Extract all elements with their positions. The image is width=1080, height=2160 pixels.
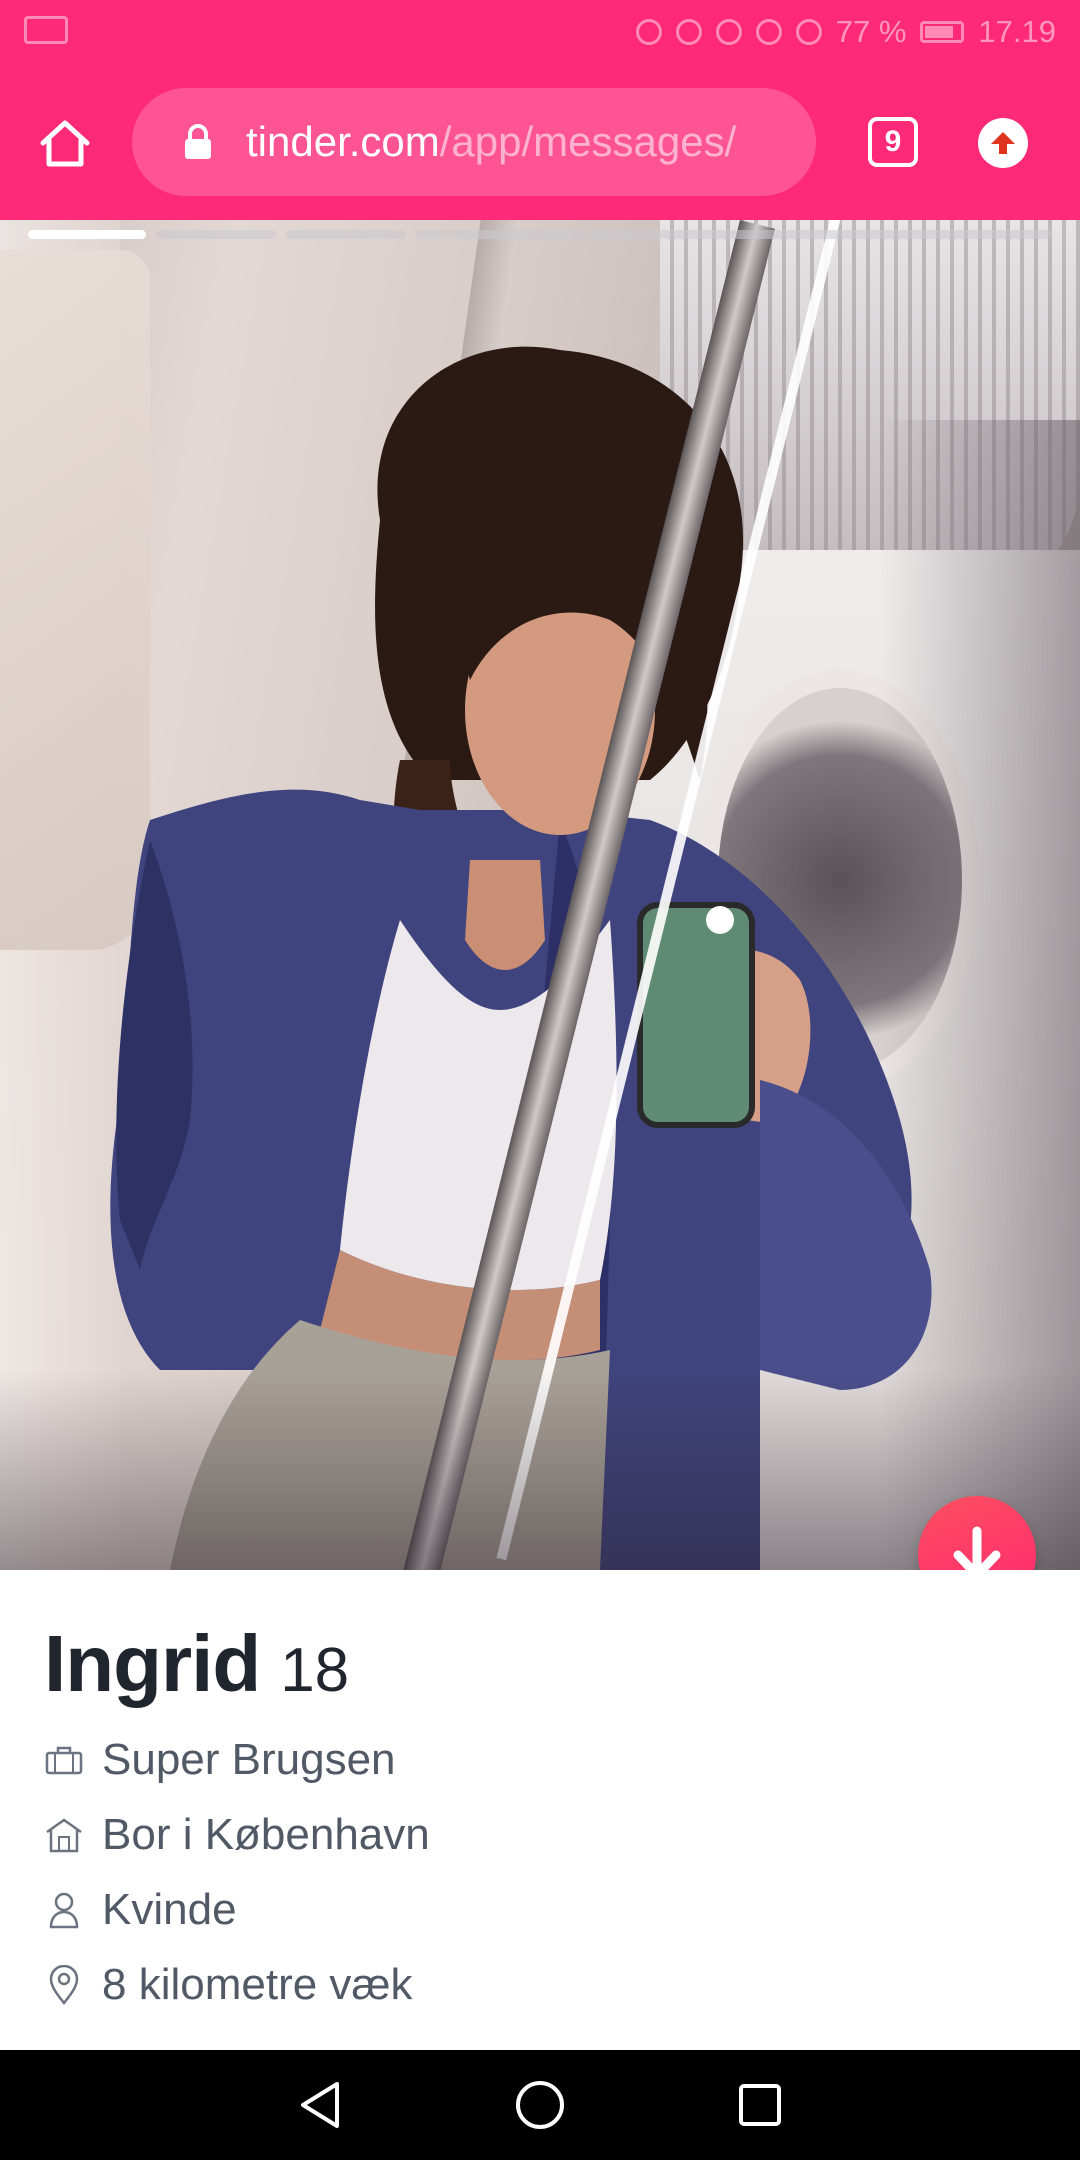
address-bar[interactable]: tinder.com/app/messages/: [132, 88, 816, 196]
person-icon: [44, 1890, 84, 1930]
volte-icon: [24, 16, 68, 44]
house-icon: [44, 1815, 84, 1855]
distance-text: 8 kilometre væk: [102, 1960, 413, 2009]
photo-indicator-1[interactable]: [28, 230, 146, 239]
floor-shadow: [0, 1370, 1080, 1570]
photo-indicator-3[interactable]: [286, 230, 406, 239]
battery-percent: 77 %: [835, 14, 907, 49]
clock: 17.19: [978, 14, 1056, 49]
profile-photo[interactable]: [0, 220, 1080, 1570]
tab-count: 9: [884, 125, 902, 158]
job-detail: Super Brugsen: [44, 1730, 396, 1790]
bluetooth-icon: [715, 19, 742, 45]
square-recents-icon: [739, 2084, 781, 2126]
gender-detail: Kvinde: [44, 1880, 237, 1940]
lock-icon: [185, 124, 211, 159]
location-pin-icon: [44, 1965, 84, 2005]
back-icon: [301, 2082, 339, 2128]
city-detail: Bor i København: [44, 1805, 430, 1865]
profile-name: Ingrid: [44, 1619, 261, 1708]
signal-icon: [795, 19, 822, 45]
circle-home-icon: [516, 2081, 564, 2129]
browser-toolbar: 77 % 17.19 tinder.com/app/messages/ 9: [0, 0, 1080, 220]
recents-button[interactable]: [730, 2075, 790, 2135]
arrow-up-icon: [991, 132, 1015, 154]
url-host: tinder.com: [246, 118, 440, 165]
profile-age: 18: [280, 1636, 350, 1705]
location-icon: [675, 19, 702, 45]
photo-indicator-4[interactable]: [416, 230, 1052, 239]
name-row: Ingrid 18: [44, 1618, 349, 1710]
url-text: tinder.com/app/messages/: [246, 116, 736, 168]
url-path: /app/messages/: [439, 118, 737, 165]
person-figure: [110, 346, 932, 1570]
home-icon: [40, 120, 90, 167]
gender-text: Kvinde: [102, 1885, 237, 1934]
home-nav-button[interactable]: [510, 2075, 570, 2135]
distance-detail: 8 kilometre væk: [44, 1955, 413, 2015]
eye-comfort-icon: [755, 19, 782, 45]
home-button[interactable]: [30, 108, 100, 178]
hotspot-icon: [635, 19, 662, 45]
photo-indicator-2[interactable]: [156, 230, 276, 239]
back-button[interactable]: [290, 2075, 350, 2135]
job-text: Super Brugsen: [102, 1735, 396, 1784]
briefcase-icon: [44, 1740, 84, 1780]
update-button[interactable]: [978, 118, 1028, 168]
profile-info: Ingrid 18 Super Brugsen Bor i København K…: [0, 1570, 1080, 2050]
tab-switcher-button[interactable]: 9: [868, 117, 918, 167]
status-icons: 77 % 17.19: [635, 12, 1056, 52]
battery-icon: [920, 21, 965, 43]
status-bar: 77 % 17.19: [0, 0, 1080, 64]
system-navigation-bar: [0, 2050, 1080, 2160]
city-text: Bor i København: [102, 1810, 430, 1859]
